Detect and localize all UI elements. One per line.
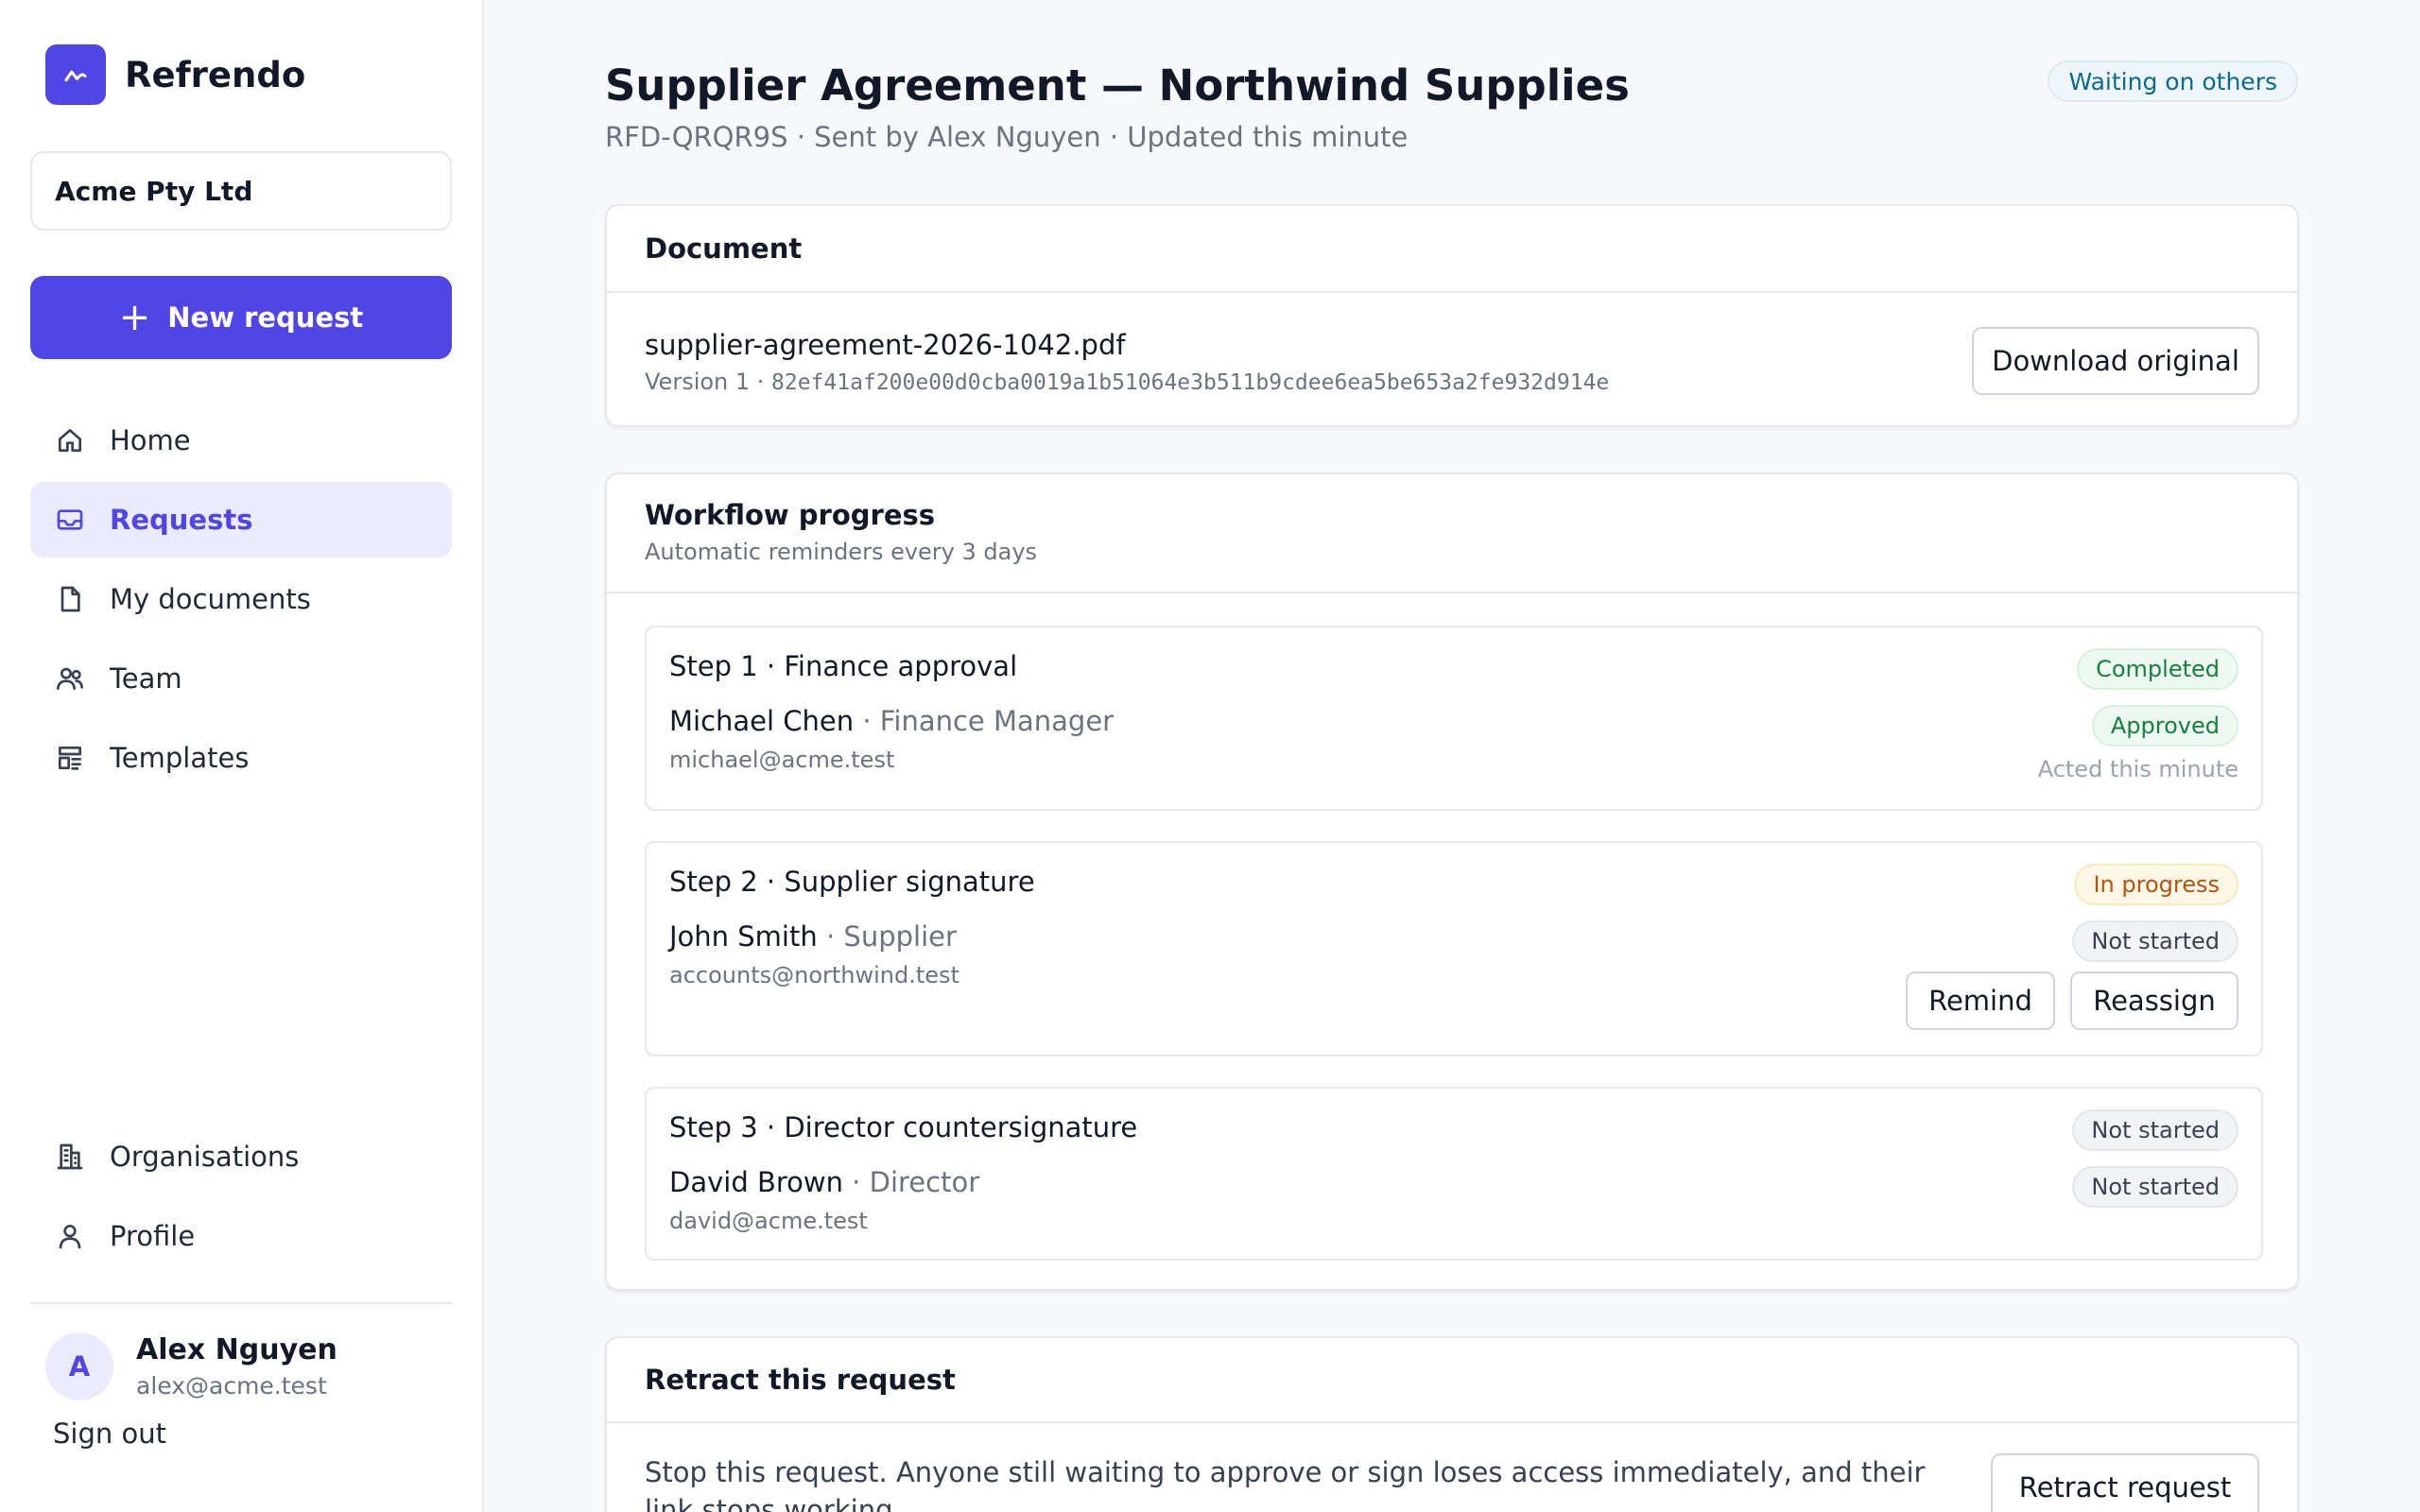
nav-item-templates[interactable]: Templates <box>30 720 452 796</box>
nav-item-home[interactable]: Home <box>30 403 452 478</box>
nav-item-organisations[interactable]: Organisations <box>30 1119 452 1194</box>
users-icon <box>53 662 87 696</box>
status-badge: Waiting on others <box>2048 60 2298 102</box>
participant-status-badge: Not started <box>2072 1166 2238 1208</box>
document-meta: Version 1 · 82ef41af200e00d0cba0019a1b51… <box>645 369 1609 395</box>
retract-card: Retract this request Stop this request. … <box>605 1336 2299 1512</box>
nav-item-requests[interactable]: Requests <box>30 482 452 558</box>
step-status-badge: In progress <box>2074 864 2238 905</box>
nav-item-label: Profile <box>110 1220 196 1252</box>
document-section-title: Document <box>645 232 803 265</box>
workflow-card: Workflow progress Automatic reminders ev… <box>605 472 2299 1291</box>
participant-name: David Brown <box>669 1166 843 1198</box>
brand-name: Refrendo <box>125 54 306 95</box>
step-status-badge: Completed <box>2077 648 2238 690</box>
brand-logo-icon <box>45 44 106 105</box>
organisation-selector[interactable]: Acme Pty Ltd <box>30 151 452 231</box>
participant-email: accounts@northwind.test <box>669 962 959 988</box>
document-file-name: supplier-agreement-2026-1042.pdf <box>645 329 1126 361</box>
new-request-button[interactable]: + New request <box>30 276 452 359</box>
step-status-badge: Not started <box>2072 1109 2238 1151</box>
step-title: Step 2 · Supplier signature <box>669 866 1035 898</box>
remind-button[interactable]: Remind <box>1906 971 2055 1030</box>
participant: Michael Chen · Finance Manager <box>669 705 1114 737</box>
user-block: A Alex Nguyen alex@acme.test <box>45 1332 337 1400</box>
workflow-subtitle: Automatic reminders every 3 days <box>645 539 1038 565</box>
nav-item-profile[interactable]: Profile <box>30 1198 452 1274</box>
retract-description: Stop this request. Anyone still waiting … <box>645 1456 1926 1512</box>
sidebar-divider <box>30 1302 452 1304</box>
template-icon <box>53 741 87 775</box>
participant-email: david@acme.test <box>669 1208 868 1234</box>
retract-section-title: Retract this request <box>645 1364 956 1396</box>
nav-item-my-documents[interactable]: My documents <box>30 561 452 637</box>
workflow-step: Step 3 · Director countersignature Not s… <box>645 1087 2263 1261</box>
nav-item-label: My documents <box>110 583 311 615</box>
workflow-step: Step 1 · Finance approval Completed Mich… <box>645 626 2263 811</box>
nav-item-label: Team <box>110 662 182 695</box>
nav-item-label: Templates <box>110 742 250 774</box>
page-subtitle: RFD-QRQR9S · Sent by Alex Nguyen · Updat… <box>605 121 1409 153</box>
nav-item-label: Requests <box>110 504 253 536</box>
participant-role: · Director <box>842 1166 980 1198</box>
participant-role: · Supplier <box>817 920 957 953</box>
inbox-icon <box>53 503 87 537</box>
sign-out-link[interactable]: Sign out <box>53 1418 166 1450</box>
participant-status-badge: Not started <box>2072 920 2238 962</box>
new-request-label: New request <box>167 301 364 334</box>
document-version: Version 1 · <box>645 369 772 395</box>
plus-icon: + <box>118 296 151 339</box>
participant-role: · Finance Manager <box>854 705 1115 737</box>
participant-name: John Smith <box>669 920 818 953</box>
workflow-step: Step 2 · Supplier signature In progress … <box>645 841 2263 1057</box>
user-name: Alex Nguyen <box>136 1333 337 1366</box>
page-title: Supplier Agreement — Northwind Supplies <box>605 60 1630 111</box>
acted-timestamp: Acted this minute <box>2037 756 2238 782</box>
workflow-section-title: Workflow progress <box>645 499 936 531</box>
nav-item-team[interactable]: Team <box>30 641 452 716</box>
step-title: Step 1 · Finance approval <box>669 650 1018 682</box>
retract-request-button[interactable]: Retract request <box>1991 1453 2259 1512</box>
participant: David Brown · Director <box>669 1166 979 1198</box>
brand[interactable]: Refrendo <box>45 44 305 105</box>
document-icon <box>53 582 87 616</box>
sidebar: Refrendo Acme Pty Ltd + New request Home… <box>0 0 484 1512</box>
user-email: alex@acme.test <box>136 1372 327 1400</box>
avatar: A <box>45 1332 113 1400</box>
step-title: Step 3 · Director countersignature <box>669 1111 1138 1143</box>
document-card: Document supplier-agreement-2026-1042.pd… <box>605 204 2299 427</box>
document-hash: 82ef41af200e00d0cba0019a1b51064e3b511b9c… <box>771 370 1610 395</box>
building-icon <box>53 1140 87 1174</box>
home-icon <box>53 423 87 457</box>
participant-status-badge: Approved <box>2091 705 2238 747</box>
participant-email: michael@acme.test <box>669 747 895 773</box>
download-original-button[interactable]: Download original <box>1972 327 2259 395</box>
nav-item-label: Home <box>110 424 191 456</box>
participant: John Smith · Supplier <box>669 920 957 953</box>
user-icon <box>53 1219 87 1253</box>
reassign-button[interactable]: Reassign <box>2070 971 2238 1030</box>
nav-item-label: Organisations <box>110 1141 300 1173</box>
participant-name: Michael Chen <box>669 705 855 737</box>
